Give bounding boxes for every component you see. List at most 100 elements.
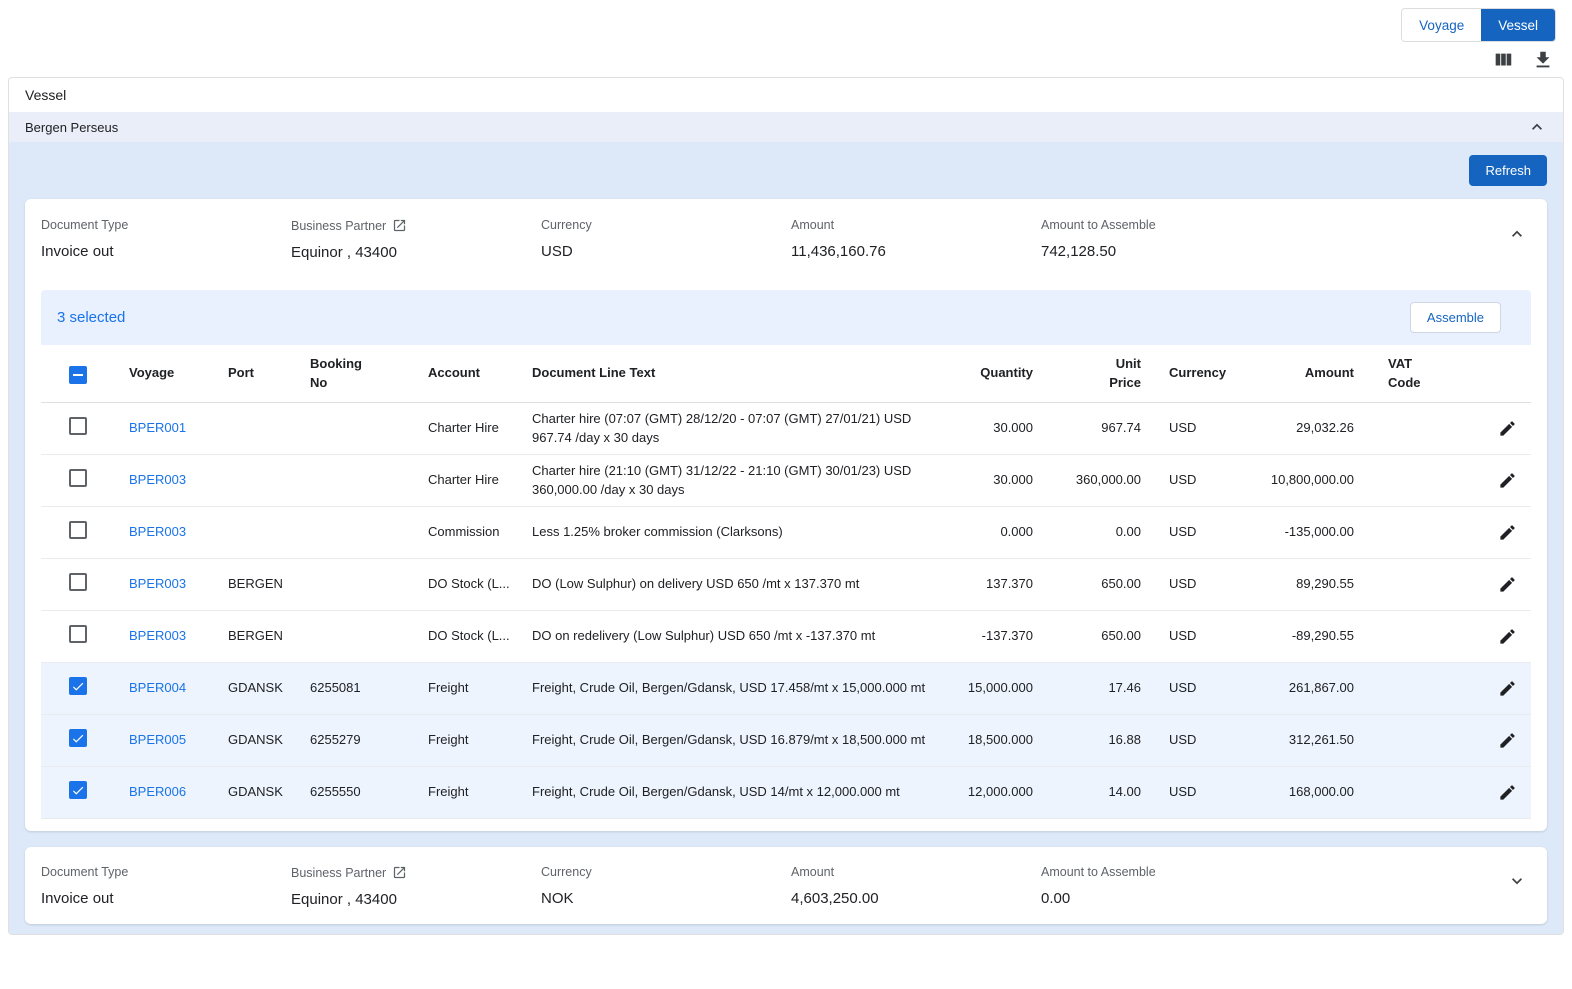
cell-quantity: 0.000 — [957, 523, 1045, 542]
check-icon — [71, 679, 85, 694]
voyage-link[interactable]: BPER003 — [129, 472, 186, 487]
edit-icon[interactable] — [1498, 783, 1517, 802]
cell-quantity: 18,500.000 — [957, 731, 1045, 750]
selection-count: 3 selected — [57, 309, 125, 326]
cell-currency: USD — [1153, 731, 1238, 750]
cell-booking-no: 6255550 — [310, 783, 428, 802]
cell-account: Commission — [428, 523, 532, 542]
edit-icon[interactable] — [1498, 523, 1517, 542]
col-voyage: Voyage — [129, 364, 228, 383]
edit-icon[interactable] — [1498, 471, 1517, 490]
voyage-link[interactable]: BPER005 — [129, 732, 186, 747]
row-checkbox-cell — [41, 417, 129, 441]
invoice-nok-header: Document Type Invoice out Business Partn… — [25, 847, 1547, 924]
columns-icon[interactable] — [1492, 49, 1514, 71]
chevron-up-icon[interactable] — [1507, 224, 1527, 244]
vessel-toggle-button[interactable]: Vessel — [1481, 9, 1555, 41]
row-checkbox[interactable] — [69, 417, 87, 435]
cell-voyage: BPER005 — [129, 731, 228, 750]
field-label: Document Type — [41, 218, 291, 232]
cell-port: GDANSK — [228, 731, 310, 750]
vessel-group-body: Refresh Document Type Invoice out Busine… — [9, 142, 1563, 934]
chevron-down-icon[interactable] — [1507, 871, 1527, 891]
cell-currency: USD — [1153, 471, 1238, 490]
row-checkbox-cell — [41, 729, 129, 751]
cell-account: DO Stock (L... — [428, 575, 532, 594]
field-amount: Amount 11,436,160.76 — [791, 218, 1041, 260]
refresh-button[interactable]: Refresh — [1469, 155, 1547, 186]
field-amount-to-assemble: Amount to Assemble 742,128.50 — [1041, 218, 1291, 260]
cell-unit-price: 14.00 — [1045, 783, 1153, 802]
table-row: BPER003 BERGEN DO Stock (L... DO on rede… — [41, 611, 1531, 663]
voyage-link[interactable]: BPER003 — [129, 628, 186, 643]
page: Voyage Vessel Vessel Bergen Perseus Refr… — [0, 0, 1572, 989]
table-actions-row — [0, 42, 1572, 77]
cell-port: BERGEN — [228, 575, 310, 594]
chevron-up-icon[interactable] — [1527, 117, 1547, 137]
cell-voyage: BPER006 — [129, 783, 228, 802]
download-icon[interactable] — [1532, 49, 1554, 71]
edit-icon[interactable] — [1498, 679, 1517, 698]
cell-currency: USD — [1153, 679, 1238, 698]
field-label: Currency — [541, 865, 791, 879]
cell-quantity: 30.000 — [957, 419, 1045, 438]
assemble-button[interactable]: Assemble — [1410, 302, 1501, 333]
field-amount-to-assemble: Amount to Assemble 0.00 — [1041, 865, 1291, 907]
cell-booking-no: 6255081 — [310, 679, 428, 698]
table-row: BPER005 GDANSK 6255279 Freight Freight, … — [41, 715, 1531, 767]
field-value: NOK — [541, 890, 791, 907]
table-row: BPER001 Charter Hire Charter hire (07:07… — [41, 403, 1531, 455]
cell-currency: USD — [1153, 523, 1238, 542]
voyage-link[interactable]: BPER003 — [129, 576, 186, 591]
row-checkbox[interactable] — [69, 625, 87, 643]
cell-document-line-text: Charter hire (21:10 (GMT) 31/12/22 - 21:… — [532, 462, 957, 500]
voyage-link[interactable]: BPER001 — [129, 420, 186, 435]
table-body: BPER001 Charter Hire Charter hire (07:07… — [41, 403, 1531, 819]
cell-edit — [1483, 471, 1531, 490]
voyage-toggle-button[interactable]: Voyage — [1402, 9, 1481, 41]
voyage-link[interactable]: BPER003 — [129, 524, 186, 539]
cell-port: BERGEN — [228, 627, 310, 646]
field-value: 0.00 — [1041, 890, 1291, 907]
field-label: Business Partner — [291, 866, 386, 880]
row-checkbox[interactable] — [69, 729, 87, 747]
cell-voyage: BPER003 — [129, 627, 228, 646]
row-checkbox[interactable] — [69, 521, 87, 539]
vessel-group-header[interactable]: Bergen Perseus — [9, 112, 1563, 142]
edit-icon[interactable] — [1498, 575, 1517, 594]
cell-document-line-text: DO on redelivery (Low Sulphur) USD 650 /… — [532, 627, 957, 646]
external-link-icon[interactable] — [392, 865, 407, 880]
col-document-line-text: Document Line Text — [532, 364, 957, 383]
table-row: BPER003 Charter Hire Charter hire (21:10… — [41, 455, 1531, 507]
invoice-card-usd: Document Type Invoice out Business Partn… — [25, 199, 1547, 831]
field-amount: Amount 4,603,250.00 — [791, 865, 1041, 907]
row-checkbox[interactable] — [69, 469, 87, 487]
row-checkbox-cell — [41, 677, 129, 699]
row-checkbox[interactable] — [69, 677, 87, 695]
edit-icon[interactable] — [1498, 627, 1517, 646]
cell-amount: 89,290.55 — [1238, 575, 1388, 594]
cell-unit-price: 967.74 — [1045, 419, 1153, 438]
cell-unit-price: 650.00 — [1045, 627, 1153, 646]
select-all-checkbox[interactable] — [69, 366, 87, 384]
cell-booking-no: 6255279 — [310, 731, 428, 750]
row-checkbox-cell — [41, 573, 129, 597]
col-currency: Currency — [1153, 364, 1238, 383]
cell-document-line-text: Charter hire (07:07 (GMT) 28/12/20 - 07:… — [532, 410, 957, 448]
field-label: Business Partner — [291, 219, 386, 233]
cell-document-line-text: Freight, Crude Oil, Bergen/Gdansk, USD 1… — [532, 679, 957, 698]
voyage-link[interactable]: BPER006 — [129, 784, 186, 799]
edit-icon[interactable] — [1498, 419, 1517, 438]
cell-amount: 261,867.00 — [1238, 679, 1388, 698]
field-value: 742,128.50 — [1041, 243, 1291, 260]
cell-port: GDANSK — [228, 783, 310, 802]
edit-icon[interactable] — [1498, 731, 1517, 750]
cell-document-line-text: Freight, Crude Oil, Bergen/Gdansk, USD 1… — [532, 783, 957, 802]
row-checkbox[interactable] — [69, 573, 87, 591]
external-link-icon[interactable] — [392, 218, 407, 233]
row-checkbox[interactable] — [69, 781, 87, 799]
voyage-link[interactable]: BPER004 — [129, 680, 186, 695]
cell-quantity: 137.370 — [957, 575, 1045, 594]
field-document-type: Document Type Invoice out — [41, 218, 291, 260]
cell-document-line-text: DO (Low Sulphur) on delivery USD 650 /mt… — [532, 575, 957, 594]
